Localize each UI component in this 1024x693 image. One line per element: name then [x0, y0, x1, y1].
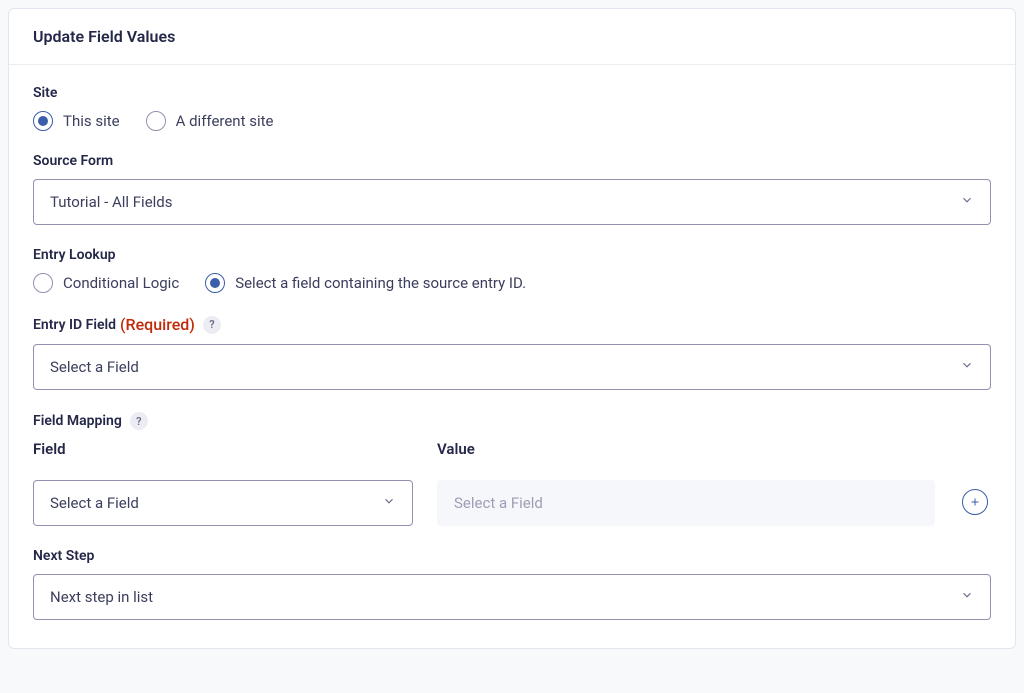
- entry-lookup-group: Entry Lookup Conditional Logic Select a …: [33, 247, 991, 293]
- mapping-field-select[interactable]: Select a Field: [33, 480, 413, 526]
- field-mapping-group: Field Mapping ? Field Value Select a Fie…: [33, 412, 991, 526]
- panel-header: Update Field Values: [9, 9, 1015, 65]
- help-icon[interactable]: ?: [130, 412, 148, 430]
- entry-lookup-radio-select-field[interactable]: Select a field containing the source ent…: [205, 273, 526, 293]
- source-form-group: Source Form Tutorial - All Fields: [33, 153, 991, 225]
- required-indicator: (Required): [120, 315, 195, 334]
- select-value: Select a Field: [50, 494, 139, 512]
- next-step-select[interactable]: Next step in list: [33, 574, 991, 620]
- next-step-group: Next Step Next step in list: [33, 548, 991, 620]
- entry-lookup-radio-conditional[interactable]: Conditional Logic: [33, 273, 179, 293]
- site-group: Site This site A different site: [33, 85, 991, 131]
- select-value: Tutorial - All Fields: [50, 193, 173, 211]
- help-icon[interactable]: ?: [203, 316, 221, 334]
- next-step-label: Next Step: [33, 548, 991, 564]
- select-value: Next step in list: [50, 588, 153, 606]
- chevron-down-icon: [960, 588, 974, 606]
- field-column-header: Field: [33, 440, 413, 458]
- entry-id-field-label: Entry ID Field: [33, 317, 116, 333]
- chevron-down-icon: [960, 193, 974, 211]
- chevron-down-icon: [960, 358, 974, 376]
- radio-icon: [146, 111, 166, 131]
- mapping-row: Select a Field Select a Field: [33, 478, 991, 526]
- add-mapping-button[interactable]: [962, 489, 988, 515]
- panel-body: Site This site A different site Source F…: [9, 65, 1015, 648]
- site-radio-this[interactable]: This site: [33, 111, 120, 131]
- source-form-label: Source Form: [33, 153, 991, 169]
- entry-lookup-radio-row: Conditional Logic Select a field contain…: [33, 273, 991, 293]
- value-column-header: Value: [437, 440, 935, 458]
- entry-id-field-select[interactable]: Select a Field: [33, 344, 991, 390]
- select-value: Select a Field: [50, 358, 139, 376]
- site-radio-different[interactable]: A different site: [146, 111, 274, 131]
- radio-label: This site: [63, 112, 120, 130]
- mapping-value-input[interactable]: Select a Field: [437, 480, 935, 526]
- radio-icon: [33, 273, 53, 293]
- radio-icon: [33, 111, 53, 131]
- site-label: Site: [33, 85, 991, 101]
- radio-label: Conditional Logic: [63, 274, 179, 292]
- chevron-down-icon: [382, 494, 396, 512]
- value-placeholder: Select a Field: [454, 494, 543, 512]
- radio-label: A different site: [176, 112, 274, 130]
- radio-icon: [205, 273, 225, 293]
- site-radio-row: This site A different site: [33, 111, 991, 131]
- panel-title: Update Field Values: [33, 27, 991, 46]
- entry-id-field-group: Entry ID Field (Required) ? Select a Fie…: [33, 315, 991, 390]
- entry-lookup-label: Entry Lookup: [33, 247, 991, 263]
- field-mapping-label: Field Mapping: [33, 413, 122, 429]
- source-form-select[interactable]: Tutorial - All Fields: [33, 179, 991, 225]
- settings-panel: Update Field Values Site This site A dif…: [8, 8, 1016, 649]
- radio-label: Select a field containing the source ent…: [235, 274, 526, 292]
